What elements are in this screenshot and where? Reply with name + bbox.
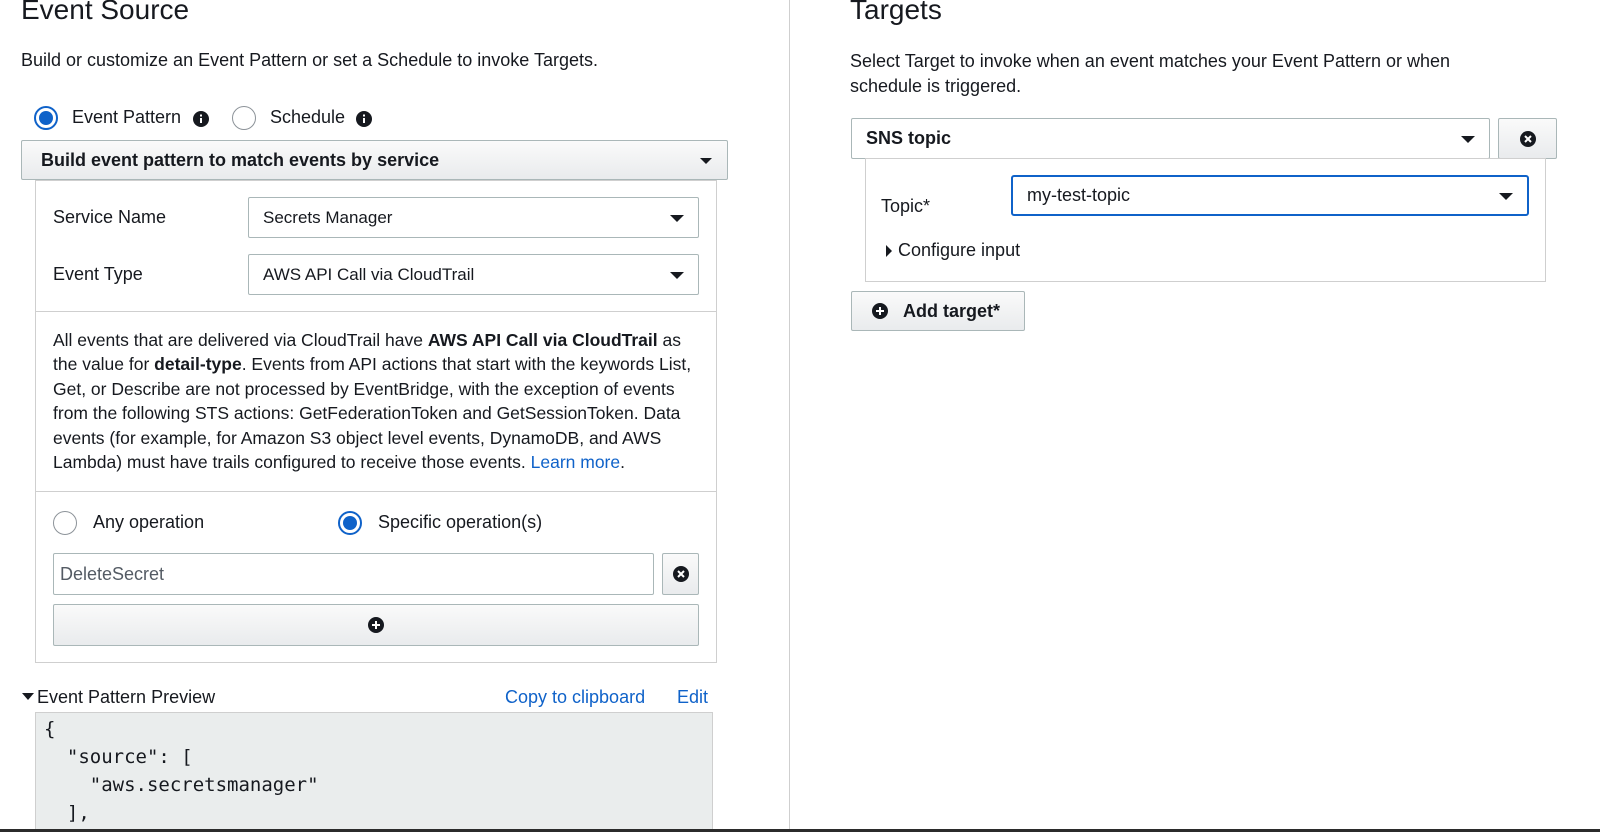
learn-more-link[interactable]: Learn more [531,452,621,472]
target-type-value: SNS topic [866,128,952,148]
caret-down-icon[interactable] [22,693,34,700]
caret-right-icon[interactable] [886,245,892,257]
any-operation-label[interactable]: Any operation [93,512,204,533]
topic-label: Topic* [881,196,931,216]
specific-operations-radio[interactable] [338,511,362,535]
pattern-builder-select[interactable]: Build event pattern to match events by s… [21,140,728,180]
event-source-title: Event Source [21,0,190,25]
chevron-down-icon [1499,192,1513,200]
copy-to-clipboard-link[interactable]: Copy to clipboard [505,687,645,708]
chevron-down-icon [700,158,712,164]
note-text: All events that are delivered via CloudT… [53,330,428,350]
close-circle-icon [673,566,689,582]
schedule-label[interactable]: Schedule [270,107,345,128]
configure-input-toggle[interactable]: Configure input [898,240,1020,261]
targets-title: Targets [850,0,942,25]
event-type-label: Event Type [53,264,143,284]
operation-input[interactable] [53,553,654,595]
edit-pattern-link[interactable]: Edit [677,687,708,708]
service-name-select[interactable]: Secrets Manager [248,197,699,238]
preview-title[interactable]: Event Pattern Preview [37,687,215,708]
event-type-select[interactable]: AWS API Call via CloudTrail [248,254,699,295]
add-target-label: Add target* [903,301,1001,321]
topic-select[interactable]: my-test-topic [1011,175,1529,216]
chevron-down-icon [670,214,684,222]
topic-value: my-test-topic [1027,185,1131,205]
plus-circle-icon [872,303,888,319]
any-operation-radio[interactable] [53,511,77,535]
info-icon[interactable] [193,111,209,127]
event-pattern-preview-code: { "source": [ "aws.secretsmanager" ], [35,712,713,830]
event-pattern-label[interactable]: Event Pattern [72,107,181,128]
note-bold-detail-type-value: AWS API Call via CloudTrail [427,330,658,350]
panel-divider [36,311,716,312]
target-type-select[interactable]: SNS topic [851,118,1490,159]
chevron-down-icon [1461,135,1475,143]
service-name-label: Service Name [53,207,167,227]
close-circle-icon [1520,131,1536,147]
pattern-builder-label: Build event pattern to match events by s… [41,150,440,170]
event-source-description: Build or customize an Event Pattern or s… [21,50,598,70]
note-bold-detail-type: detail-type [154,354,242,375]
add-target-button[interactable]: Add target* [851,291,1025,331]
note-text: . [620,452,625,473]
remove-target-button[interactable] [1498,118,1557,159]
service-name-value: Secrets Manager [263,207,393,227]
add-operation-button[interactable] [53,604,699,646]
column-divider [789,0,790,832]
specific-operations-label[interactable]: Specific operation(s) [378,512,542,533]
cloudtrail-note: All events that are delivered via CloudT… [53,328,703,474]
schedule-radio[interactable] [232,106,256,130]
remove-operation-button[interactable] [662,553,699,595]
targets-description: Select Target to invoke when an event ma… [850,51,1451,96]
info-icon[interactable] [356,111,372,127]
chevron-down-icon [670,271,684,279]
panel-divider [36,491,716,492]
plus-circle-icon [368,617,384,633]
event-type-value: AWS API Call via CloudTrail [263,264,475,284]
event-pattern-radio[interactable] [34,106,58,130]
